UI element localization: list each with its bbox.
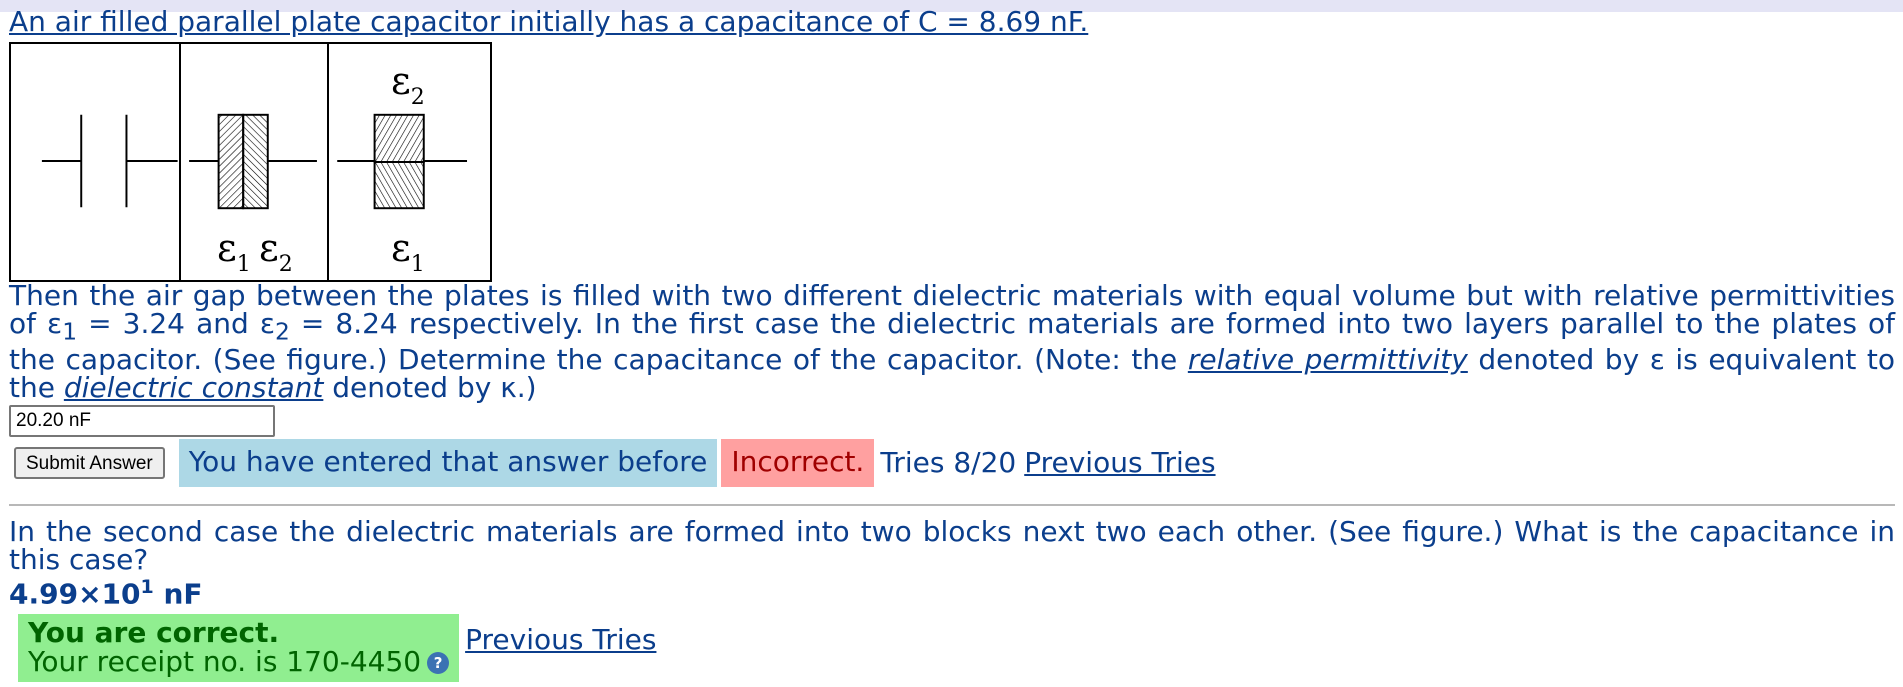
- epsilon2-label: ε2: [259, 226, 293, 277]
- correct-message-box: You are correct. Your receipt no. is 170…: [18, 613, 460, 682]
- section-divider: [9, 503, 1895, 506]
- previous-tries-link-2[interactable]: Previous Tries: [465, 623, 656, 656]
- epsilon1-label: ε1: [217, 226, 251, 277]
- air-capacitor-drawing: [41, 114, 178, 208]
- intro-text: An air filled parallel plate capacitor i…: [9, 5, 1089, 38]
- epsilon2-top-label: ε2: [391, 59, 425, 110]
- layered-capacitor-drawing: [189, 113, 317, 210]
- incorrect-message: Incorrect.: [721, 438, 875, 487]
- figure-panel-blocks: ε2 ε1: [327, 44, 490, 280]
- relative-permittivity-term: relative permittivity: [1187, 342, 1468, 376]
- previous-tries-link[interactable]: Previous Tries: [1024, 446, 1215, 479]
- question2-feedback-row: You are correct. Your receipt no. is 170…: [9, 613, 1895, 682]
- answer-input[interactable]: [9, 404, 275, 437]
- submit-answer-button[interactable]: Submit Answer: [14, 446, 165, 479]
- question2-answer: 4.99×101 nF: [9, 575, 203, 610]
- correct-heading: You are correct.: [28, 615, 280, 649]
- question1-text: Then the air gap between the plates is f…: [9, 279, 1896, 404]
- question2-text: In the second case the dielectric materi…: [9, 514, 1895, 576]
- figure-panel-air: [11, 44, 179, 280]
- epsilon1-bottom-label: ε1: [391, 226, 425, 277]
- figure-panel-layers: ε1 ε2: [179, 44, 327, 280]
- capacitor-figure: ε1 ε2 ε2 ε1: [9, 42, 492, 282]
- problem-page: An air filled parallel plate capacitor i…: [9, 8, 1895, 682]
- dielectric-constant-term: dielectric constant: [63, 370, 324, 404]
- question1-feedback-row: Submit Answer You have entered that answ…: [9, 438, 1895, 487]
- repeat-answer-message: You have entered that answer before: [178, 438, 718, 487]
- help-question-icon[interactable]: ?: [427, 651, 450, 674]
- question1-intro: An air filled parallel plate capacitor i…: [9, 8, 1895, 42]
- tries-counter: Tries 8/20: [880, 446, 1017, 480]
- receipt-line: Your receipt no. is 170-4450?: [28, 647, 450, 676]
